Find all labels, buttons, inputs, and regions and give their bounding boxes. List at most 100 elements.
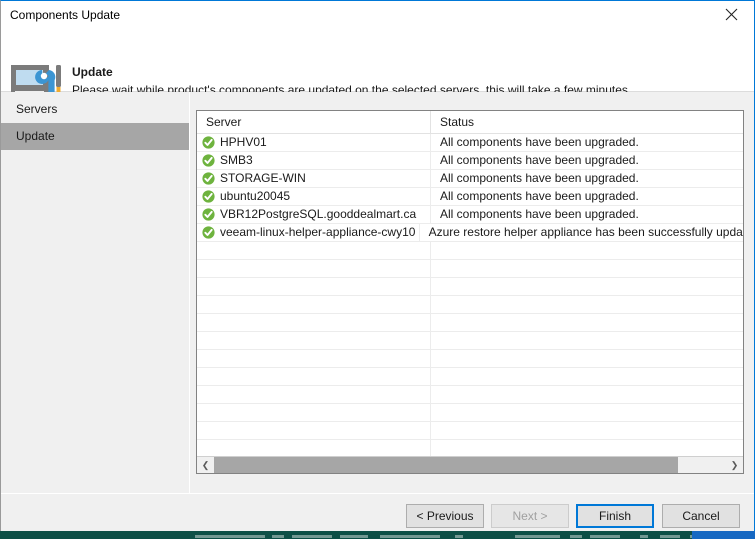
sidebar-item-label: Servers (16, 102, 58, 116)
table-row-empty[interactable] (197, 296, 743, 314)
cell-server (197, 350, 431, 367)
cell-status: All components have been upgraded. (440, 171, 639, 185)
table-row-empty[interactable] (197, 404, 743, 422)
table-row-empty[interactable] (197, 314, 743, 332)
cell-status (431, 296, 743, 313)
table-row[interactable]: ubuntu20045 All components have been upgr… (197, 188, 743, 206)
table-row-empty[interactable] (197, 350, 743, 368)
column-header-server[interactable]: Server (197, 111, 431, 133)
success-check-icon (202, 154, 215, 167)
cell-status: All components have been upgraded. (440, 135, 639, 149)
cell-status (431, 404, 743, 421)
background-texture (340, 535, 368, 538)
success-check-icon (202, 208, 215, 221)
cell-status: Azure restore helper appliance has been … (428, 225, 743, 239)
horizontal-scrollbar[interactable]: ❮ ❯ (197, 456, 743, 473)
table-row-empty[interactable] (197, 242, 743, 260)
background-texture (195, 535, 265, 538)
success-check-icon (202, 226, 215, 239)
server-name-label: SMB3 (220, 153, 253, 167)
cell-status: All components have been upgraded. (440, 153, 639, 167)
close-icon (725, 8, 738, 21)
window-title: Components Update (10, 8, 121, 22)
cell-server (197, 242, 431, 259)
table-row[interactable]: SMB3 All components have been upgraded. (197, 152, 743, 170)
table-row[interactable]: veeam-linux-helper-appliance-cwy10 Azure … (197, 224, 743, 242)
dialog-body: Servers Update Server Status HPHV01 All c… (1, 92, 754, 493)
cell-server: VBR12PostgreSQL.gooddealmart.ca (197, 206, 431, 223)
server-name-label: VBR12PostgreSQL.gooddealmart.ca (220, 207, 417, 221)
background-texture (570, 535, 582, 538)
server-name-label: HPHV01 (220, 135, 267, 149)
table-row-empty[interactable] (197, 422, 743, 440)
background-texture (660, 535, 680, 538)
dialog-footer: < Previous Next > Finish Cancel (1, 493, 754, 531)
sidebar-item-update[interactable]: Update (1, 123, 189, 150)
cell-server: ubuntu20045 (197, 188, 431, 205)
background-texture (292, 535, 332, 538)
sidebar-item-servers[interactable]: Servers (1, 96, 189, 123)
cell-status (431, 332, 743, 349)
cell-server (197, 368, 431, 385)
wizard-step-sidebar: Servers Update (1, 92, 190, 493)
cell-server: veeam-linux-helper-appliance-cwy10 (197, 224, 420, 241)
cell-status (431, 368, 743, 385)
table-row-empty[interactable] (197, 368, 743, 386)
cell-server (197, 278, 431, 295)
cell-status: All components have been upgraded. (440, 189, 639, 203)
banner-title: Update (72, 65, 113, 79)
scroll-left-arrow-icon[interactable]: ❮ (197, 457, 214, 473)
scrollbar-track[interactable] (214, 457, 726, 473)
cell-server: STORAGE-WIN (197, 170, 431, 187)
cell-server (197, 440, 431, 457)
background-window-strip (0, 531, 755, 539)
table-row-empty[interactable] (197, 278, 743, 296)
table-row-empty[interactable] (197, 386, 743, 404)
results-table: Server Status HPHV01 All components have … (196, 110, 744, 474)
table-row-empty[interactable] (197, 332, 743, 350)
sidebar-item-label: Update (16, 129, 55, 143)
table-row[interactable]: VBR12PostgreSQL.gooddealmart.ca All compo… (197, 206, 743, 224)
cell-server (197, 422, 431, 439)
cell-status (431, 440, 743, 457)
column-header-status[interactable]: Status (431, 111, 743, 133)
cell-status (431, 350, 743, 367)
cell-status: All components have been upgraded. (440, 207, 639, 221)
table-body: HPHV01 All components have been upgraded.… (197, 134, 743, 458)
background-texture (380, 535, 440, 538)
cell-server: SMB3 (197, 152, 431, 169)
cell-status (431, 314, 743, 331)
success-check-icon (202, 190, 215, 203)
background-texture (515, 535, 560, 538)
scrollbar-thumb[interactable] (214, 457, 678, 473)
components-update-dialog: Components Update Update Please wait whi… (0, 0, 755, 531)
table-row-empty[interactable] (197, 260, 743, 278)
server-name-label: veeam-linux-helper-appliance-cwy10 (220, 225, 416, 239)
cell-status (431, 260, 743, 277)
cancel-button[interactable]: Cancel (662, 504, 740, 528)
cell-status (431, 386, 743, 403)
finish-button[interactable]: Finish (576, 504, 654, 528)
next-button: Next > (491, 504, 569, 528)
table-row[interactable]: STORAGE-WIN All components have been upgr… (197, 170, 743, 188)
server-name-label: ubuntu20045 (220, 189, 291, 203)
success-check-icon (202, 136, 215, 149)
scroll-right-arrow-icon[interactable]: ❯ (726, 457, 743, 473)
previous-button[interactable]: < Previous (406, 504, 484, 528)
close-button[interactable] (708, 1, 754, 28)
table-header-row: Server Status (197, 111, 743, 134)
background-texture (590, 535, 620, 538)
cell-status (431, 422, 743, 439)
title-bar: Components Update (1, 1, 754, 29)
cell-server: HPHV01 (197, 134, 431, 151)
background-texture (455, 535, 463, 538)
background-texture (640, 535, 648, 538)
cell-server (197, 386, 431, 403)
cell-server (197, 314, 431, 331)
cell-server (197, 296, 431, 313)
table-row[interactable]: HPHV01 All components have been upgraded. (197, 134, 743, 152)
success-check-icon (202, 172, 215, 185)
cell-server (197, 332, 431, 349)
server-name-label: STORAGE-WIN (220, 171, 306, 185)
cell-status (431, 278, 743, 295)
